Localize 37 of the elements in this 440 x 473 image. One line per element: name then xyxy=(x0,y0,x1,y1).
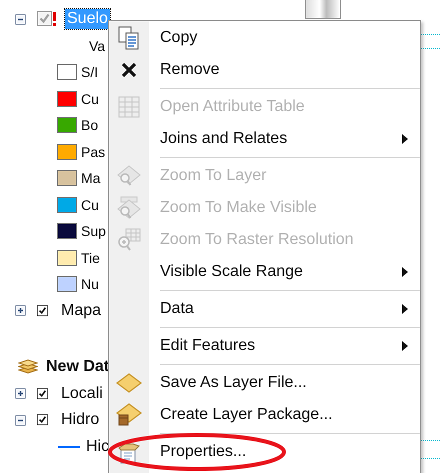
data-frame-name[interactable]: New Dat xyxy=(46,358,110,376)
menu-item[interactable]: Save As Layer File... xyxy=(160,374,307,392)
layer-name[interactable]: Locali xyxy=(59,384,105,404)
layer-checkbox[interactable] xyxy=(37,11,59,28)
menu-item[interactable]: Remove xyxy=(160,61,220,79)
layers-icon xyxy=(18,359,38,376)
layer-name[interactable]: Mapa xyxy=(59,300,104,321)
legend-label: Va xyxy=(89,38,106,54)
menu-item[interactable]: Copy xyxy=(160,29,198,47)
menu-item[interactable]: Edit Features xyxy=(160,337,256,355)
collapse-icon[interactable] xyxy=(15,14,26,25)
zoom-icon xyxy=(117,165,141,187)
legend-label: Nu xyxy=(81,276,99,292)
diamond-icon xyxy=(116,373,142,393)
legend-label: Pas xyxy=(81,144,106,160)
legend-label: Sup xyxy=(81,223,106,240)
menu-item[interactable]: Data xyxy=(160,300,194,318)
zoom-icon xyxy=(117,196,141,220)
legend-label: Tie xyxy=(81,250,100,266)
package-icon xyxy=(116,403,142,427)
menu-item[interactable]: Joins and Relates xyxy=(160,130,288,148)
close-icon xyxy=(121,62,137,78)
legend-label: Bo xyxy=(81,117,98,134)
menu-item[interactable]: Visible Scale Range xyxy=(160,263,303,281)
legend-label: Cu xyxy=(81,90,99,107)
table-icon xyxy=(118,96,140,118)
expand-icon[interactable] xyxy=(15,305,26,316)
expand-icon[interactable] xyxy=(15,388,26,400)
copy-icon xyxy=(118,26,140,50)
zoom-grid-icon xyxy=(117,228,141,252)
legend-label: Hic xyxy=(86,438,110,456)
layer-name[interactable]: Hidro xyxy=(59,410,102,430)
collapse-icon[interactable] xyxy=(15,414,26,426)
menu-item[interactable]: Create Layer Package... xyxy=(160,406,333,424)
legend-label: Cu xyxy=(81,196,99,213)
legend-label: S/I xyxy=(81,64,98,80)
legend-label: Ma xyxy=(81,170,100,186)
